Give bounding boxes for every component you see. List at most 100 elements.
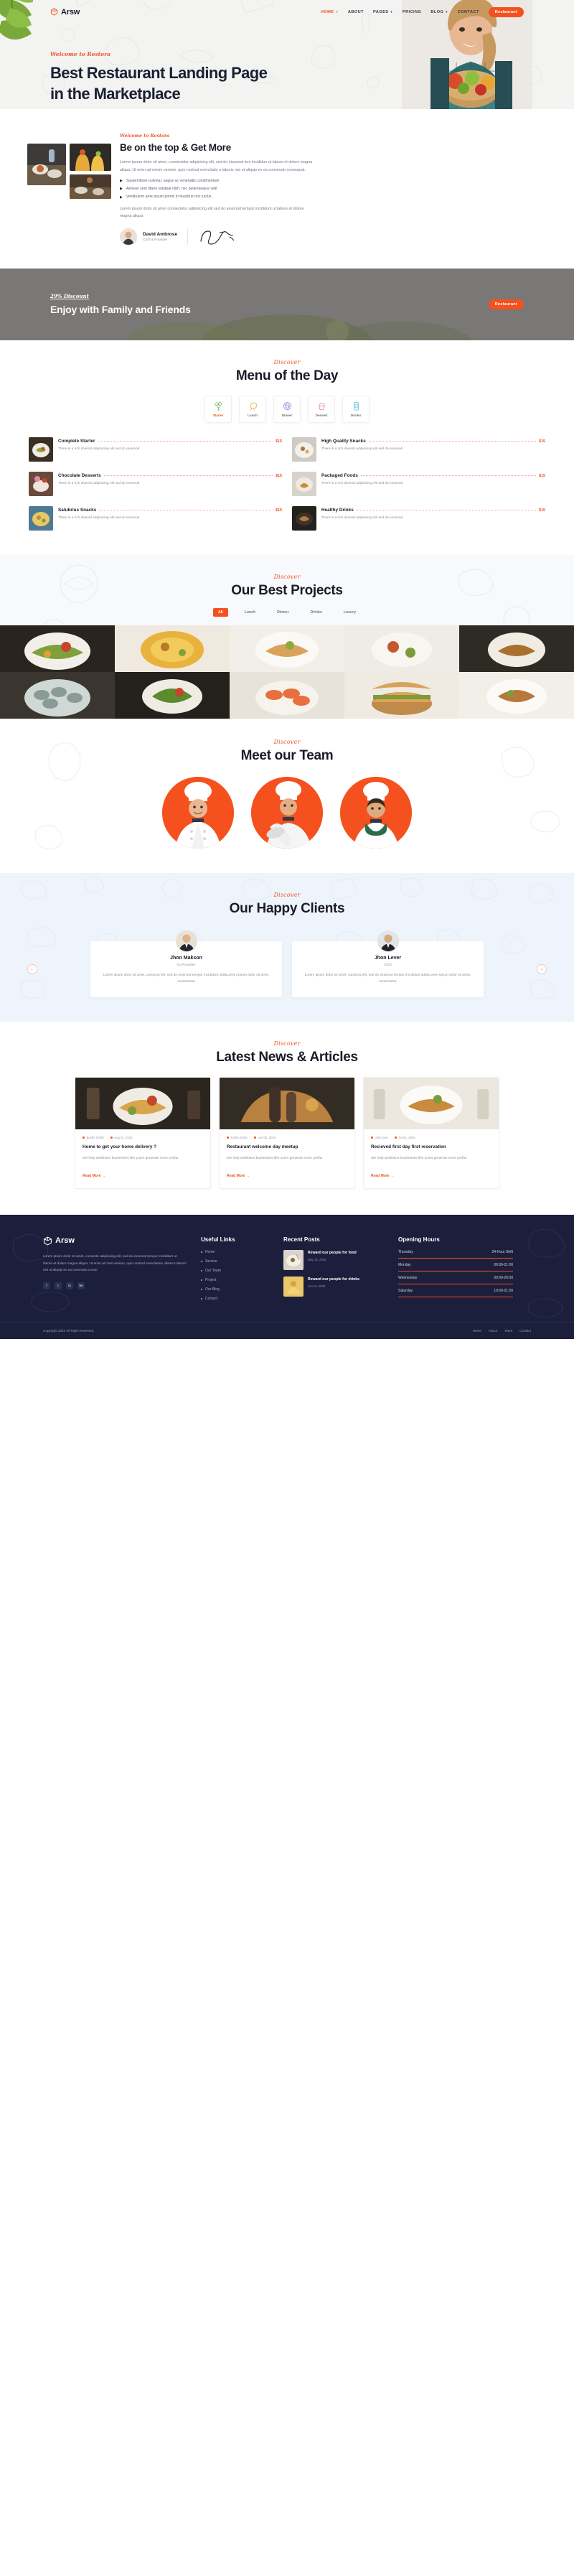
menu-item[interactable]: Packaged Foods $15 There is a rich diver… bbox=[292, 469, 545, 499]
menu-item[interactable]: Salubrius Snacks $15 There is a rich div… bbox=[29, 503, 282, 533]
footer-link-service[interactable]: Service bbox=[201, 1259, 269, 1264]
nav-item-contact[interactable]: CONTACT bbox=[458, 10, 479, 14]
promo-restaurant-button[interactable]: Restaurant bbox=[488, 299, 524, 309]
project-filter-lunch[interactable]: Lunch bbox=[240, 608, 261, 617]
menu-item[interactable]: Chocolate Desserts $15 There is a rich d… bbox=[29, 469, 282, 499]
testimonial-card: Jhon Makson Co-Founder Lorem ipsum dolor… bbox=[90, 930, 282, 997]
promo-title: Enjoy with Family and Friends bbox=[50, 304, 191, 316]
footer-link-label: Our Blog bbox=[205, 1287, 220, 1292]
bullet-icon bbox=[201, 1279, 202, 1281]
menu-tab-starter[interactable]: Starter bbox=[204, 395, 232, 423]
menu-tab-label: Dessert bbox=[315, 414, 328, 418]
opening-hours-time: 10:00-21:00 bbox=[494, 1288, 513, 1293]
footer-bottom-link-team[interactable]: Team bbox=[504, 1329, 512, 1333]
blog-card-meta: Bukhti Smith Aug 01, 2020 bbox=[83, 1136, 203, 1139]
blog-card[interactable]: John Doe Jul 01, 2020 Recieved first day… bbox=[363, 1076, 499, 1189]
promo-kicker: 29% Discount bbox=[50, 293, 89, 300]
site-footer: Arsw Lorem ipsum dolor sit amet, consect… bbox=[0, 1214, 574, 1339]
footer-recent-post[interactable]: Reward our people for food May 14, 2020 bbox=[283, 1249, 384, 1270]
project-tile-art bbox=[344, 625, 459, 672]
project-tile[interactable] bbox=[459, 625, 574, 672]
project-tile[interactable] bbox=[0, 671, 115, 719]
footer-logo[interactable]: Arsw bbox=[43, 1236, 187, 1246]
menu-title: Menu of the Day bbox=[235, 368, 339, 383]
facebook-icon[interactable]: f bbox=[43, 1282, 50, 1289]
project-tile[interactable] bbox=[115, 625, 230, 672]
nav-item-pages[interactable]: PAGES ▼ bbox=[373, 10, 393, 14]
blog-author-label: Bukhti Smith bbox=[86, 1135, 104, 1139]
footer-link-contact[interactable]: Contact bbox=[201, 1297, 269, 1301]
menu-item-name: High Quality Snacks bbox=[321, 438, 366, 444]
footer-post-date: May 14, 2020 bbox=[308, 1258, 326, 1262]
team-heading: Discover Meet our Team bbox=[0, 739, 574, 764]
menu-tab-dessert[interactable]: Dessert bbox=[308, 395, 335, 423]
testimonial-next-button[interactable]: → bbox=[537, 963, 547, 974]
footer-link-our-team[interactable]: Our Team bbox=[201, 1269, 269, 1273]
about-author: David Ambrose CEO & Founder bbox=[120, 228, 315, 246]
menu-tab-lunch[interactable]: Lunch bbox=[239, 395, 266, 423]
nav-item-blog[interactable]: BLOG ▼ bbox=[430, 10, 448, 14]
testimonial-carousel: ← Jhon Makson Co-Founder Lorem ipsum dol… bbox=[0, 930, 574, 997]
menu-item[interactable]: Healthy Drinks $15 There is a rich diver… bbox=[292, 503, 545, 533]
project-filter-drinks[interactable]: Drinks bbox=[306, 608, 327, 617]
about-gallery-col-left bbox=[27, 144, 66, 185]
projects-heading: Discover Our Best Projects bbox=[0, 574, 574, 599]
opening-hours-time: 24-Hour Shift bbox=[491, 1249, 513, 1254]
footer-link-project[interactable]: Project bbox=[201, 1278, 269, 1282]
project-tile[interactable] bbox=[230, 671, 344, 719]
footer-link-home[interactable]: Home bbox=[201, 1250, 269, 1254]
menu-item[interactable]: High Quality Snacks $15 There is a rich … bbox=[292, 434, 545, 465]
footer-post-thumbnail bbox=[283, 1276, 304, 1297]
team-member-chef-1[interactable] bbox=[162, 776, 234, 849]
project-tile[interactable] bbox=[230, 625, 344, 672]
project-tile[interactable] bbox=[115, 671, 230, 719]
clients-title: Our Happy Clients bbox=[229, 900, 345, 916]
project-filter-dinner[interactable]: Dinner bbox=[272, 608, 293, 617]
user-icon bbox=[371, 1136, 373, 1139]
team-member-chef-3[interactable] bbox=[340, 776, 412, 849]
blog-card[interactable]: Katha Smith Jun 05, 2020 Restaurant welc… bbox=[219, 1076, 355, 1189]
nav-item-pricing[interactable]: PRICING bbox=[403, 10, 421, 14]
menu-tab-dinner[interactable]: Dinner bbox=[273, 395, 301, 423]
header-restaurant-button[interactable]: Restaurant bbox=[488, 6, 524, 17]
nav-item-about[interactable]: ABOUT bbox=[348, 10, 364, 14]
project-tile[interactable] bbox=[344, 625, 459, 672]
blog-card[interactable]: Bukhti Smith Aug 01, 2020 Home to get yo… bbox=[75, 1076, 211, 1189]
footer-bottom-bar: Copyright 2020 All Right Reserved. Home … bbox=[0, 1321, 574, 1339]
testimonial-prev-button[interactable]: ← bbox=[27, 963, 37, 974]
nav-item-home[interactable]: HOME ▼ bbox=[321, 10, 339, 14]
twitter-icon[interactable]: t bbox=[55, 1282, 62, 1289]
avatar bbox=[377, 930, 399, 952]
project-tile[interactable] bbox=[0, 625, 115, 672]
footer-bottom-link-contact[interactable]: Contact bbox=[519, 1329, 531, 1333]
footer-bottom-link-home[interactable]: Home bbox=[473, 1329, 481, 1333]
about-feature-label: Aenean sem libero volutpat nibh, nec pel… bbox=[126, 187, 217, 192]
clients-section: Discover Our Happy Clients ← Jhon Makson… bbox=[0, 872, 574, 1022]
project-filter-all[interactable]: All bbox=[212, 607, 228, 617]
menu-item[interactable]: Complete Starter $15 There is a rich div… bbox=[29, 434, 282, 465]
footer-bottom-link-about[interactable]: About bbox=[489, 1329, 497, 1333]
opening-hours-day: Thursday bbox=[398, 1249, 413, 1254]
team-kicker: Discover bbox=[273, 738, 301, 745]
blog-read-more-link[interactable]: Read More → bbox=[83, 1174, 105, 1178]
project-tile[interactable] bbox=[459, 671, 574, 719]
project-filter-luxury[interactable]: Luxury bbox=[339, 608, 361, 617]
avatar-art bbox=[121, 228, 136, 245]
footer-link-our-blog[interactable]: Our Blog bbox=[201, 1287, 269, 1292]
testimonial-name: Jhon Makson bbox=[170, 955, 202, 961]
blog-card-title: Restaurant welcome day meetup bbox=[227, 1144, 298, 1149]
footer-post-thumbnail bbox=[283, 1249, 304, 1270]
menu-tab-drinks[interactable]: Drinks bbox=[342, 395, 370, 423]
behance-icon[interactable]: be bbox=[77, 1282, 85, 1289]
footer-recent-post[interactable]: Reward our people for drinks Jun 14, 202… bbox=[283, 1276, 384, 1297]
blog-read-more-link[interactable]: Read More → bbox=[371, 1174, 394, 1178]
logo[interactable]: Arsw bbox=[50, 8, 80, 17]
blog-read-more-link[interactable]: Read More → bbox=[227, 1174, 250, 1178]
linkedin-icon[interactable]: in bbox=[66, 1282, 73, 1289]
blog-card-body: John Doe Jul 01, 2020 Recieved first day… bbox=[364, 1129, 499, 1188]
project-tile[interactable] bbox=[344, 671, 459, 719]
menu-of-the-day-section: Discover Menu of the Day Starter Lunch D… bbox=[0, 340, 574, 555]
menu-item-price: $15 bbox=[539, 439, 545, 444]
opening-hours-time: 09:00-21:00 bbox=[494, 1262, 513, 1267]
team-member-chef-2[interactable] bbox=[251, 776, 323, 849]
